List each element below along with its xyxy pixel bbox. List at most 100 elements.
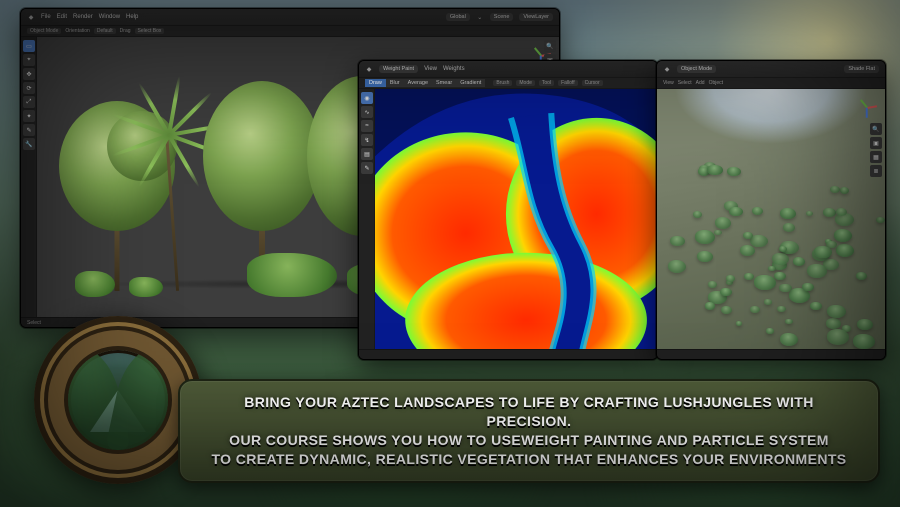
menu-view[interactable]: View	[424, 66, 437, 72]
chevron-down-icon[interactable]: ⌄	[476, 13, 484, 21]
plant-instance	[827, 305, 846, 318]
tab-blur[interactable]: Blur	[386, 79, 404, 87]
caption-line-3: to create dynamic, realistic vegetation …	[200, 450, 858, 469]
subbar: View Select Add Object	[657, 77, 885, 89]
brush-label[interactable]: Brush	[493, 80, 512, 86]
subbar-drag[interactable]: Drag	[120, 28, 131, 34]
brush-cursor[interactable]: Cursor	[582, 80, 603, 86]
sub-add[interactable]: Add	[696, 80, 705, 86]
tool-average[interactable]: ≈	[361, 120, 373, 132]
sub-view[interactable]: View	[663, 80, 674, 86]
tool-smear[interactable]: ↯	[361, 134, 373, 146]
plant-instance	[668, 260, 686, 273]
menu-weights[interactable]: Weights	[443, 66, 465, 72]
subbar-orientation[interactable]: Orientation	[65, 28, 89, 34]
plant-instance	[720, 288, 731, 296]
mode-bar: Object Mode Orientation Default Drag Sel…	[21, 25, 559, 37]
subbar-default[interactable]: Default	[94, 28, 116, 34]
plant-instance	[836, 244, 855, 257]
plant-instance	[840, 187, 850, 194]
status-left: Select	[27, 320, 41, 326]
plant-instance	[827, 329, 849, 344]
plant-instance	[693, 211, 703, 218]
shrub-3	[247, 253, 337, 297]
plant-instance	[780, 208, 796, 219]
plant-instance	[830, 186, 840, 193]
menu-help[interactable]: Help	[126, 14, 138, 20]
brush-falloff[interactable]: Falloff	[558, 80, 578, 86]
zoom-icon[interactable]: 🔍	[544, 40, 556, 52]
tool-cursor[interactable]: ▭	[23, 40, 35, 52]
plant-instance	[856, 272, 867, 280]
sub-object[interactable]: Object	[709, 80, 723, 86]
brush-tool[interactable]: Tool	[539, 80, 554, 86]
plant-instance	[729, 207, 742, 216]
sub-select[interactable]: Select	[678, 80, 692, 86]
plant-instance	[768, 266, 776, 271]
header-shade[interactable]: Shade Flat	[844, 65, 879, 73]
plant-instance	[779, 284, 791, 293]
caption-banner: Bring your Aztec landscapes to life by c…	[178, 379, 880, 483]
menu-file[interactable]: File	[41, 14, 51, 20]
blender-icon: ◆	[27, 13, 35, 21]
tool-move[interactable]: ✥	[23, 68, 35, 80]
plant-instance	[780, 333, 798, 346]
header-scene[interactable]: Scene	[490, 13, 514, 21]
scattered-plants	[657, 89, 885, 349]
tool-draw[interactable]: ◉	[361, 92, 373, 104]
tab-average[interactable]: Average	[404, 79, 432, 87]
viewport-terrain[interactable]: 🔍 ▣ ▦ ≣	[657, 89, 885, 349]
blender-window-weight-paint: ◆ Weight Paint View Weights Draw Blur Av…	[358, 60, 658, 360]
emblem-pyramid-icon	[90, 390, 146, 432]
titlebar: ◆ Weight Paint View Weights	[359, 61, 657, 77]
header-global[interactable]: Global	[446, 13, 470, 21]
weight-heatmap	[375, 89, 657, 349]
menu-window[interactable]: Window	[99, 14, 120, 20]
plant-instance	[764, 299, 773, 305]
menu-edit[interactable]: Edit	[57, 14, 67, 20]
plant-instance	[743, 232, 752, 238]
caption-line-2: Our course shows you how to useweight pa…	[200, 431, 858, 450]
tab-draw[interactable]: Draw	[365, 79, 386, 87]
plant-instance	[726, 275, 735, 281]
viewport-weightmap[interactable]: User Perspective (1002) Plane.001 Render…	[375, 89, 657, 349]
header-viewlayer[interactable]: ViewLayer	[519, 13, 553, 21]
plant-instance	[705, 302, 716, 309]
blender-icon: ◆	[365, 65, 373, 73]
plant-instance	[766, 328, 773, 333]
plant-instance	[670, 236, 685, 246]
tool-measure[interactable]: 🔧	[23, 138, 35, 150]
blender-icon: ◆	[663, 65, 671, 73]
tool-blur[interactable]: ∿	[361, 106, 373, 118]
tool-sample[interactable]: ✎	[361, 162, 373, 174]
subbar-selectbox[interactable]: Select Box	[135, 28, 165, 34]
tab-smear[interactable]: Smear	[432, 79, 456, 87]
plant-instance	[736, 321, 742, 325]
plant-instance	[802, 283, 814, 291]
plant-instance	[826, 318, 842, 329]
mode-dropdown[interactable]: Weight Paint	[379, 65, 418, 73]
plant-instance	[853, 334, 875, 349]
tool-select[interactable]: ⌖	[23, 54, 35, 66]
brush-mode[interactable]: Mode	[516, 80, 535, 86]
mode-dropdown[interactable]: Object Mode	[27, 28, 61, 34]
tool-annotate[interactable]: ✎	[23, 124, 35, 136]
tool-transform[interactable]: ✦	[23, 110, 35, 122]
plant-instance	[695, 230, 715, 244]
plant-instance	[740, 245, 755, 256]
tool-rotate[interactable]: ⟳	[23, 82, 35, 94]
plant-instance	[772, 253, 789, 265]
weight-tabs-bar: Draw Blur Average Smear Gradient Brush M…	[359, 77, 657, 89]
plant-instance	[707, 165, 723, 176]
tab-gradient[interactable]: Gradient	[456, 79, 485, 87]
plant-instance	[744, 273, 754, 280]
plant-instance	[823, 208, 836, 217]
tool-gradient[interactable]: ▤	[361, 148, 373, 160]
tool-scale[interactable]: ⤢	[23, 96, 35, 108]
plant-instance	[752, 207, 763, 215]
plant-instance	[785, 319, 793, 325]
plant-instance	[714, 230, 722, 235]
mode-dropdown[interactable]: Object Mode	[677, 65, 716, 73]
aztec-emblem	[34, 316, 202, 484]
menu-render[interactable]: Render	[73, 14, 93, 20]
